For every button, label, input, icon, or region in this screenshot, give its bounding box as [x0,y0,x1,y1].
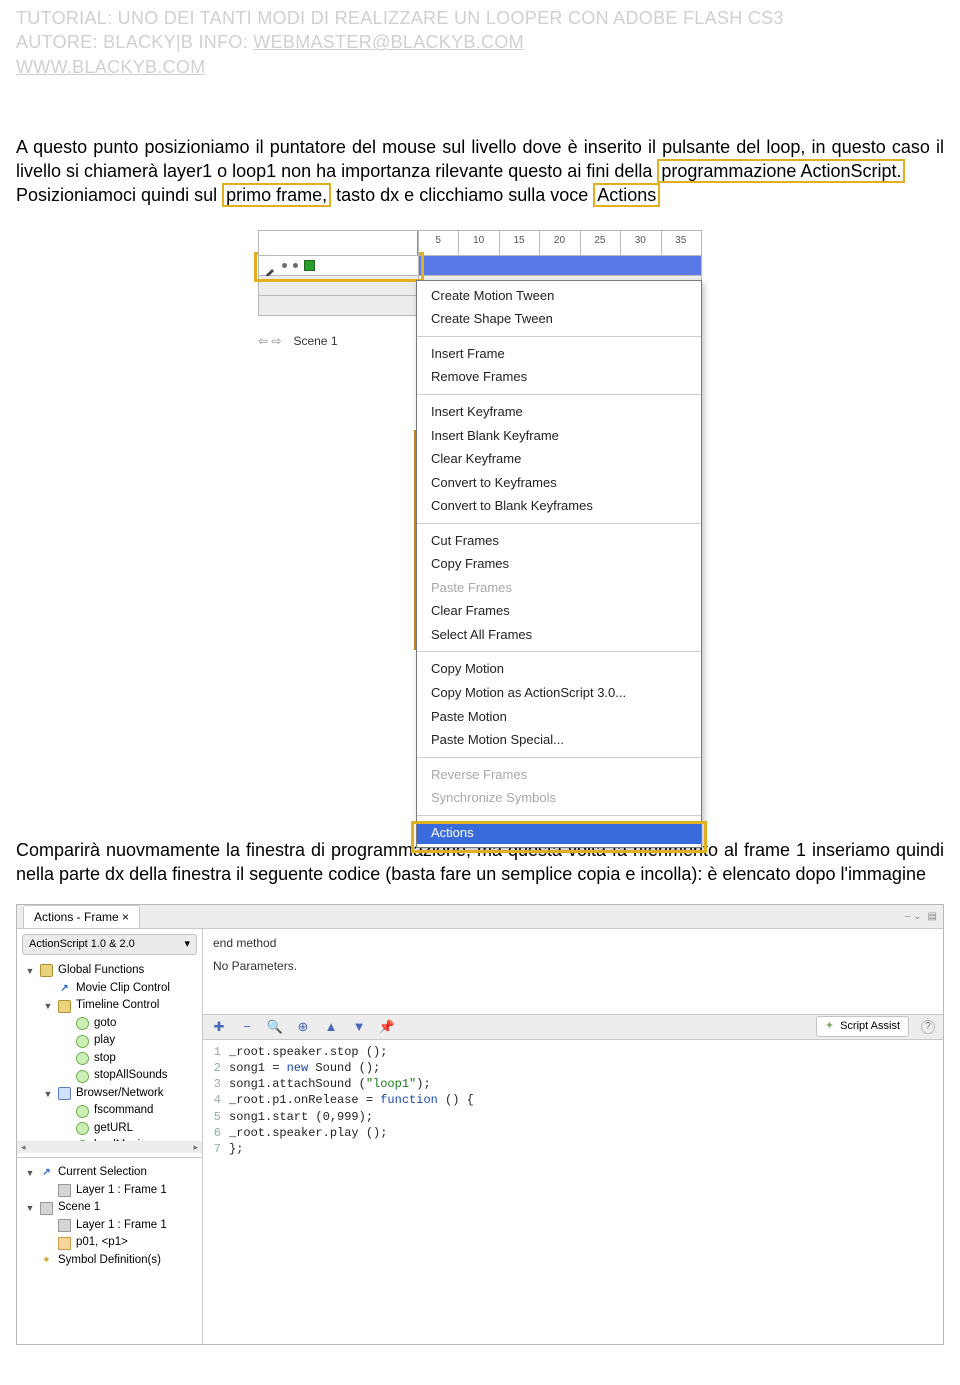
context-menu-item[interactable]: Create Shape Tween [417,307,701,331]
wand-icon: ✦ [825,1019,834,1034]
dot-icon [293,263,298,268]
highlight-primo-frame: primo frame, [222,183,331,207]
context-menu-item: Paste Frames [417,576,701,600]
actions-left-column: ActionScript 1.0 & 2.0 ▾ ▼Global Functio… [17,929,203,1343]
arrow-icon: ↗ [40,1167,53,1180]
fn-icon [76,1035,89,1048]
context-menu-item[interactable]: Remove Frames [417,365,701,389]
tree-item[interactable]: getURL [21,1120,198,1138]
color-chip-icon [304,260,315,271]
arrow-icon: ↗ [58,982,71,995]
context-menu: Create Motion TweenCreate Shape Tween Ins… [416,280,702,848]
context-menu-item: Reverse Frames [417,763,701,787]
panel-menu-icon[interactable]: ▤ [928,910,937,924]
find-icon[interactable]: 🔍 [267,1019,283,1035]
fn-icon [76,1122,89,1135]
tree-item[interactable]: ▼↗Current Selection [21,1164,198,1182]
highlight-actionscript: programmazione ActionScript. [657,159,905,183]
context-menu-item[interactable]: Select All Frames [417,623,701,647]
tree-item[interactable]: goto [21,1015,198,1033]
info-no-parameters: No Parameters. [203,954,943,1014]
star-icon: ✦ [40,1254,53,1267]
timeline-ruler: 5 10 15 20 25 30 35 [418,230,702,256]
minus-icon[interactable]: − [239,1019,255,1035]
figure-actions-panel: Actions - Frame × – ⌄ ▤ ActionScript 1.0… [16,904,944,1344]
clap-icon [40,1202,53,1215]
header-site-link[interactable]: WWW.BLACKYB.COM [16,57,206,77]
tree-item[interactable]: Layer 1 : Frame 1 [21,1217,198,1235]
script-assist-button[interactable]: ✦ Script Assist [816,1016,909,1037]
context-menu-item[interactable]: Create Motion Tween [417,284,701,308]
context-menu-item: Synchronize Symbols [417,786,701,810]
context-menu-item[interactable]: Insert Keyframe [417,400,701,424]
highlight-actions: Actions [593,183,660,207]
clap-icon [58,1219,71,1232]
chevron-down-icon: ▾ [184,937,190,952]
tree-item[interactable]: ↗Movie Clip Control [21,980,198,998]
header-email-link[interactable]: WEBMASTER@BLACKYB.COM [253,32,524,52]
context-menu-item[interactable]: Cut Frames [417,529,701,553]
info-end-method: end method [203,929,943,953]
context-menu-item[interactable]: Insert Frame [417,342,701,366]
down-icon[interactable]: ▼ [351,1019,367,1035]
tree-item[interactable]: ▼Timeline Control [21,997,198,1015]
doc-header: TUTORIAL: UNO DEI TANTI MODI DI REALIZZA… [16,6,944,79]
context-menu-item[interactable]: Paste Motion [417,705,701,729]
code-editor[interactable]: 1_root.speaker.stop ();2song1 = new Soun… [203,1040,943,1167]
context-menu-item[interactable]: Clear Frames [417,599,701,623]
bookblue-icon [58,1087,71,1100]
tree-item[interactable]: Layer 1 : Frame 1 [21,1182,198,1200]
fn-icon [76,1070,89,1083]
figure-timeline-context-menu: 5 10 15 20 25 30 35 [258,230,702,358]
tree-item[interactable]: ✦Symbol Definition(s) [21,1252,198,1270]
tree-item[interactable]: fscommand [21,1102,198,1120]
fn-icon [76,1017,89,1030]
tree-item[interactable]: ▼Global Functions [21,962,198,980]
scrollbar-horizontal[interactable]: ◂▸ [17,1141,202,1153]
book-icon [58,1000,71,1013]
up-icon[interactable]: ▲ [323,1019,339,1035]
context-menu-item[interactable]: Copy Motion [417,657,701,681]
tree-item[interactable]: p01, <p1> [21,1234,198,1252]
scene-nav-icons: ⇦ ⇨ [258,333,281,349]
dot-icon [282,263,287,268]
context-menu-item[interactable]: Clear Keyframe [417,447,701,471]
context-menu-item[interactable]: Copy Frames [417,552,701,576]
fn-icon [76,1052,89,1065]
add-icon[interactable]: ✚ [211,1019,227,1035]
actionscript-version-select[interactable]: ActionScript 1.0 & 2.0 ▾ [22,934,197,955]
tree-item[interactable]: ▼Scene 1 [21,1199,198,1217]
stage-area [258,430,416,650]
timeline-frames-selected[interactable] [418,256,702,276]
context-menu-item[interactable]: Convert to Blank Keyframes [417,494,701,518]
panel-collapse-icon[interactable]: – ⌄ [905,910,922,924]
clap-icon [58,1184,71,1197]
context-menu-item[interactable]: Copy Motion as ActionScript 3.0... [417,681,701,705]
pin-icon[interactable]: 📌 [379,1019,395,1035]
scene-label: Scene 1 [293,333,337,349]
context-menu-item[interactable]: Paste Motion Special... [417,728,701,752]
context-menu-item[interactable]: Insert Blank Keyframe [417,424,701,448]
actions-toolbox-tree[interactable]: ▼Global Functions↗Movie Clip Control▼Tim… [17,960,202,1141]
paragraph-1: A questo punto posizioniamo il puntatore… [16,135,944,208]
timeline-layer-header [258,230,418,256]
book-icon [40,964,53,977]
tree-item[interactable]: stop [21,1050,198,1068]
context-menu-item[interactable]: Actions [417,821,701,845]
timeline-layer-row[interactable] [258,256,702,276]
actions-script-navigator[interactable]: ▼↗Current SelectionLayer 1 : Frame 1▼Sce… [17,1162,202,1343]
tree-item[interactable]: stopAllSounds [21,1067,198,1085]
context-menu-item[interactable]: Convert to Keyframes [417,471,701,495]
fn-icon [76,1105,89,1118]
actions-frame-tab[interactable]: Actions - Frame × [23,905,140,928]
help-icon[interactable]: ? [921,1020,935,1034]
pencil-icon [265,260,276,271]
tree-item[interactable]: play [21,1032,198,1050]
tree-item[interactable]: ▼Browser/Network [21,1085,198,1103]
header-line2: AUTORE: BLACKY|B INFO: WEBMASTER@BLACKYB… [16,30,944,54]
sym-icon [58,1237,71,1250]
script-toolbar: ✚ − 🔍 ⊕ ▲ ▼ 📌 ✦ Script Assist ? [203,1014,943,1040]
target-icon[interactable]: ⊕ [295,1019,311,1035]
header-line1: TUTORIAL: UNO DEI TANTI MODI DI REALIZZA… [16,6,944,30]
